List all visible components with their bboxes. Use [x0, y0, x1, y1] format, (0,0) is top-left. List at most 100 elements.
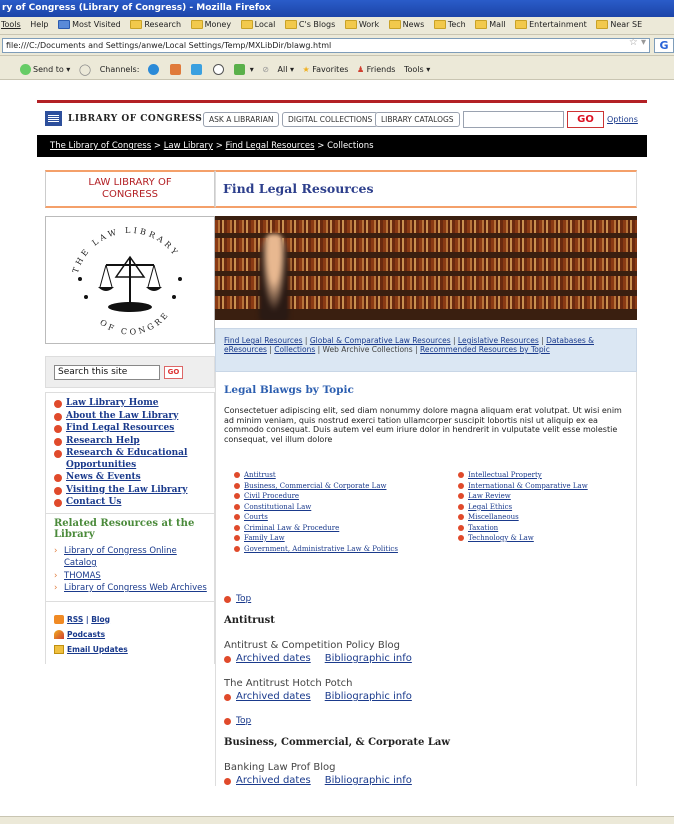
bookmark-money[interactable]: Money: [190, 20, 231, 29]
archived-dates-link[interactable]: Archived dates: [236, 775, 311, 786]
bookmark-near-se[interactable]: Near SE: [596, 20, 642, 29]
breadcrumb-find-legal[interactable]: Find Legal Resources: [226, 141, 315, 151]
intro-paragraph: Consectetuer adipiscing elit, sed diam n…: [224, 406, 622, 444]
topic-constitutional[interactable]: Constitutional Law: [232, 502, 398, 513]
sidebar-link[interactable]: Find Legal Resources: [66, 423, 174, 433]
site-search-input[interactable]: Search this site: [54, 365, 160, 380]
sidebar-link[interactable]: Law Library Home: [66, 398, 159, 408]
email-updates-link[interactable]: Email Updates: [67, 645, 128, 654]
email-icon: [54, 645, 64, 654]
subnav-collections[interactable]: Collections: [274, 345, 315, 354]
friends-icon: ♟: [356, 65, 365, 74]
loc-logo[interactable]: LIBRARY OF CONGRESS: [45, 111, 202, 126]
google-search-icon[interactable]: G: [654, 38, 674, 53]
blog-link[interactable]: Blog: [91, 615, 110, 624]
topic-international[interactable]: International & Comparative Law: [456, 481, 588, 492]
sub-navigation: Find Legal Resources | Global & Comparat…: [215, 328, 637, 372]
apps-icon[interactable]: ▾: [234, 64, 254, 75]
top-link[interactable]: Top: [224, 594, 628, 604]
send-to-button[interactable]: Send to ▾: [20, 64, 70, 75]
related-item-thomas[interactable]: THOMAS: [54, 570, 208, 583]
header-go-button[interactable]: GO: [567, 111, 604, 128]
breadcrumb-law-library[interactable]: Law Library: [164, 141, 213, 151]
menu-help[interactable]: Help: [30, 20, 48, 29]
tools-dropdown[interactable]: Tools ▾: [404, 65, 430, 74]
top-link[interactable]: Top: [224, 716, 628, 726]
topic-legal-ethics[interactable]: Legal Ethics: [456, 502, 588, 513]
sidebar-item-law-library-home[interactable]: Law Library Home: [54, 398, 214, 410]
ask-librarian-button[interactable]: ASK A LIBRARIAN: [203, 112, 280, 127]
sidebar-link[interactable]: Visiting the Law Library: [66, 485, 187, 495]
url-field[interactable]: file:///C:/Documents and Settings/anwe/L…: [2, 38, 650, 53]
site-search-go-button[interactable]: GO: [164, 366, 183, 379]
sidebar-link[interactable]: Contact Us: [66, 497, 121, 507]
favorites-button[interactable]: ★ Favorites: [303, 65, 349, 74]
subnav-legislative[interactable]: Legislative Resources: [458, 336, 539, 345]
topic-business[interactable]: Business, Commercial & Corporate Law: [232, 481, 398, 492]
archived-dates-link[interactable]: Archived dates: [236, 653, 311, 664]
link-icon[interactable]: ⊘: [262, 65, 269, 74]
archived-dates-link[interactable]: Archived dates: [236, 691, 311, 702]
sidebar-link[interactable]: News & Events: [66, 472, 141, 482]
topic-law-review[interactable]: Law Review: [456, 491, 588, 502]
related-item-web-archives[interactable]: Library of Congress Web Archives: [54, 582, 208, 595]
bookmark-research[interactable]: Research: [130, 20, 181, 29]
topic-government[interactable]: Government, Administrative Law & Politic…: [232, 544, 398, 555]
sidebar-item-research-help[interactable]: Research Help: [54, 436, 214, 448]
digital-collections-button[interactable]: DIGITAL COLLECTIONS: [282, 112, 379, 127]
send-to-label: Send to: [33, 65, 64, 74]
topic-antitrust[interactable]: Antitrust: [232, 470, 398, 481]
topic-family[interactable]: Family Law: [232, 533, 398, 544]
sidebar-link[interactable]: About the Law Library: [66, 411, 178, 421]
folder-icon: [433, 20, 446, 29]
friends-button[interactable]: ♟ Friends: [357, 65, 396, 74]
sidebar-link[interactable]: Research & Educational Opportunities: [66, 448, 187, 470]
chat-icon[interactable]: ◯: [79, 63, 91, 76]
sidebar-link[interactable]: Research Help: [66, 436, 140, 446]
bookmark-cs-blogs[interactable]: C's Blogs: [284, 20, 335, 29]
topic-civil-procedure[interactable]: Civil Procedure: [232, 491, 398, 502]
bookmark-entertainment[interactable]: Entertainment: [515, 20, 587, 29]
sidebar-item-about[interactable]: About the Law Library: [54, 411, 214, 423]
bookmark-tech[interactable]: Tech: [433, 20, 466, 29]
sidebar-item-contact[interactable]: Contact Us: [54, 497, 214, 509]
topic-technology[interactable]: Technology & Law: [456, 533, 588, 544]
law-library-title[interactable]: LAW LIBRARY OF CONGRESS: [45, 170, 215, 208]
subnav-find-legal[interactable]: Find Legal Resources: [224, 336, 303, 345]
options-link[interactable]: Options: [607, 115, 638, 124]
bookmark-mall[interactable]: Mall: [475, 20, 506, 29]
feed-icon[interactable]: [191, 64, 204, 75]
bookmark-most-visited[interactable]: Most Visited: [58, 20, 121, 29]
sidebar-item-research-educational[interactable]: Research & Educational Opportunities: [54, 448, 214, 471]
bibliographic-info-link[interactable]: Bibliographic info: [325, 653, 412, 664]
all-dropdown[interactable]: All ▾: [278, 65, 294, 74]
topic-miscellaneous[interactable]: Miscellaneous: [456, 512, 588, 523]
related-item-online-catalog[interactable]: Library of Congress Online Catalog: [54, 545, 208, 570]
topic-criminal[interactable]: Criminal Law & Procedure: [232, 523, 398, 534]
subnav-global-comparative[interactable]: Global & Comparative Law Resources: [310, 336, 451, 345]
bibliographic-info-link[interactable]: Bibliographic info: [325, 775, 412, 786]
people-icon[interactable]: [169, 64, 183, 75]
clock-icon[interactable]: [212, 64, 226, 75]
rss-link[interactable]: RSS: [67, 615, 83, 624]
bibliographic-info-link[interactable]: Bibliographic info: [325, 691, 412, 702]
podcasts-link[interactable]: Podcasts: [67, 630, 105, 639]
sidebar-item-find-legal-resources[interactable]: Find Legal Resources: [54, 423, 214, 435]
topic-taxation[interactable]: Taxation: [456, 523, 588, 534]
library-catalogs-button[interactable]: LIBRARY CATALOGS: [375, 112, 460, 127]
bookmark-label: Entertainment: [529, 20, 587, 29]
menu-tools[interactable]: Tools: [1, 20, 21, 29]
bookmark-work[interactable]: Work: [344, 20, 379, 29]
globe-icon[interactable]: [147, 64, 161, 75]
breadcrumb-loc[interactable]: The Library of Congress: [50, 141, 151, 151]
sidebar-item-news-events[interactable]: News & Events: [54, 472, 214, 484]
bookmark-news[interactable]: News: [388, 20, 424, 29]
bookmark-star-icon[interactable]: ☆ ▾: [629, 37, 646, 48]
bookmark-local[interactable]: Local: [240, 20, 275, 29]
subnav-recommended[interactable]: Recommended Resources by Topic: [420, 345, 550, 354]
topic-intellectual-property[interactable]: Intellectual Property: [456, 470, 588, 481]
library-banner-image: [215, 216, 637, 320]
header-search-input[interactable]: [463, 111, 564, 128]
sidebar-item-visiting[interactable]: Visiting the Law Library: [54, 485, 214, 497]
topic-courts[interactable]: Courts: [232, 512, 398, 523]
